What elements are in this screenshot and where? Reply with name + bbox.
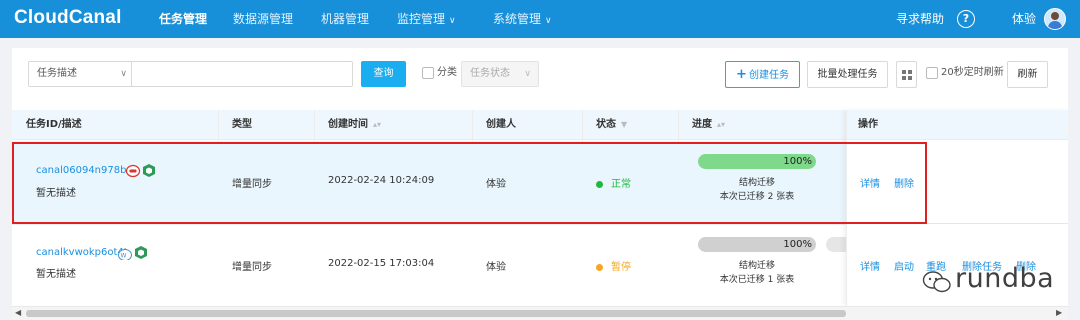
chevron-down-icon: ∨ [545, 16, 552, 26]
task-created-at: 2022-02-15 17:03:04 [328, 258, 435, 269]
col-status-label: 状态 [596, 119, 616, 130]
detail-link[interactable]: 详情 [860, 258, 880, 273]
progress-bar: 100% [698, 237, 816, 252]
row-highlight-annotation [12, 142, 927, 224]
col-task-id: 任务ID/描述 [26, 119, 82, 130]
category-checkbox[interactable] [422, 67, 434, 79]
search-field-select[interactable]: 任务描述 ∨ [28, 61, 136, 87]
col-creator: 创建人 [486, 119, 516, 130]
create-task-button[interactable]: + 创建任务 [725, 61, 800, 88]
task-type: 增量同步 [232, 262, 272, 273]
col-type: 类型 [232, 119, 252, 130]
svg-text:W: W [121, 253, 127, 260]
app-logo[interactable]: CloudCanal [14, 7, 122, 29]
sort-icon[interactable]: ▴▾ [373, 120, 381, 129]
col-created-at-label: 创建时间 [328, 119, 368, 130]
nav-monitoring-label: 监控管理 [397, 12, 446, 26]
progress-stage: 结构迁移 [738, 261, 775, 271]
col-progress-label: 进度 [692, 119, 712, 130]
category-label: 分类 [437, 67, 457, 78]
query-button[interactable]: 查询 [361, 61, 406, 87]
progress-detail: 本次已迁移 1 张表 [719, 275, 795, 285]
task-status-placeholder: 任务状态 [470, 68, 510, 79]
watermark-text: rundba [955, 263, 1055, 294]
task-description: 暂无描述 [36, 269, 76, 280]
auto-refresh-label: 20秒定时刷新 [941, 67, 1004, 78]
scrollbar-thumb[interactable] [26, 310, 846, 317]
nav-task-management[interactable]: 任务管理 [159, 0, 207, 38]
nav-system-label: 系统管理 [493, 12, 542, 26]
scroll-right-icon[interactable]: ▶ [1056, 308, 1062, 317]
help-link[interactable]: 寻求帮助 [896, 0, 944, 38]
sort-icon[interactable]: ▴▾ [717, 120, 725, 129]
progress-percent: 100% [783, 239, 812, 250]
search-input[interactable] [131, 61, 353, 87]
status-dot-icon [596, 263, 603, 271]
avatar[interactable] [1044, 8, 1066, 30]
start-link[interactable]: 启动 [894, 258, 914, 273]
scroll-left-icon[interactable]: ◀ [15, 308, 21, 317]
grid-view-icon[interactable] [896, 61, 917, 88]
task-status-select[interactable]: 任务状态 ∨ [461, 61, 539, 87]
nav-system-management[interactable]: 系统管理 ∨ [493, 0, 552, 38]
plus-icon: + [736, 67, 747, 82]
question-icon[interactable]: ? [957, 10, 975, 28]
task-creator: 体验 [486, 262, 506, 273]
refresh-button[interactable]: 刷新 [1007, 61, 1048, 88]
search-field-value: 任务描述 [37, 68, 77, 79]
nav-monitoring-management[interactable]: 监控管理 ∨ [397, 0, 456, 38]
nav-datasource-management[interactable]: 数据源管理 [233, 0, 293, 38]
filter-icon[interactable]: ▼ [621, 120, 627, 129]
col-status[interactable]: 状态 ▼ [596, 110, 627, 140]
auto-refresh-checkbox[interactable] [926, 67, 938, 79]
task-id-link[interactable]: canalkvwokp6ot4t [36, 247, 128, 258]
nav-machine-management[interactable]: 机器管理 [321, 0, 369, 38]
progress-bar-overflow [826, 237, 846, 252]
database-pair-icon: W [118, 246, 147, 260]
chevron-down-icon: ∨ [120, 69, 127, 79]
col-created-at[interactable]: 创建时间 ▴▾ [328, 110, 381, 140]
status-text: 暂停 [611, 262, 631, 273]
chevron-down-icon: ∨ [524, 69, 531, 79]
top-navbar: CloudCanal 任务管理 数据源管理 机器管理 监控管理 ∨ 系统管理 ∨ 寻… [0, 0, 1080, 38]
batch-process-button[interactable]: 批量处理任务 [807, 61, 888, 88]
chevron-down-icon: ∨ [449, 16, 456, 26]
horizontal-scrollbar[interactable]: ◀ ▶ [12, 306, 1068, 320]
wechat-icon [922, 271, 951, 293]
user-name[interactable]: 体验 [1012, 0, 1036, 38]
status-badge: 暂停 [596, 258, 631, 273]
create-task-label: 创建任务 [748, 70, 789, 81]
col-progress[interactable]: 进度 ▴▾ [692, 110, 725, 140]
